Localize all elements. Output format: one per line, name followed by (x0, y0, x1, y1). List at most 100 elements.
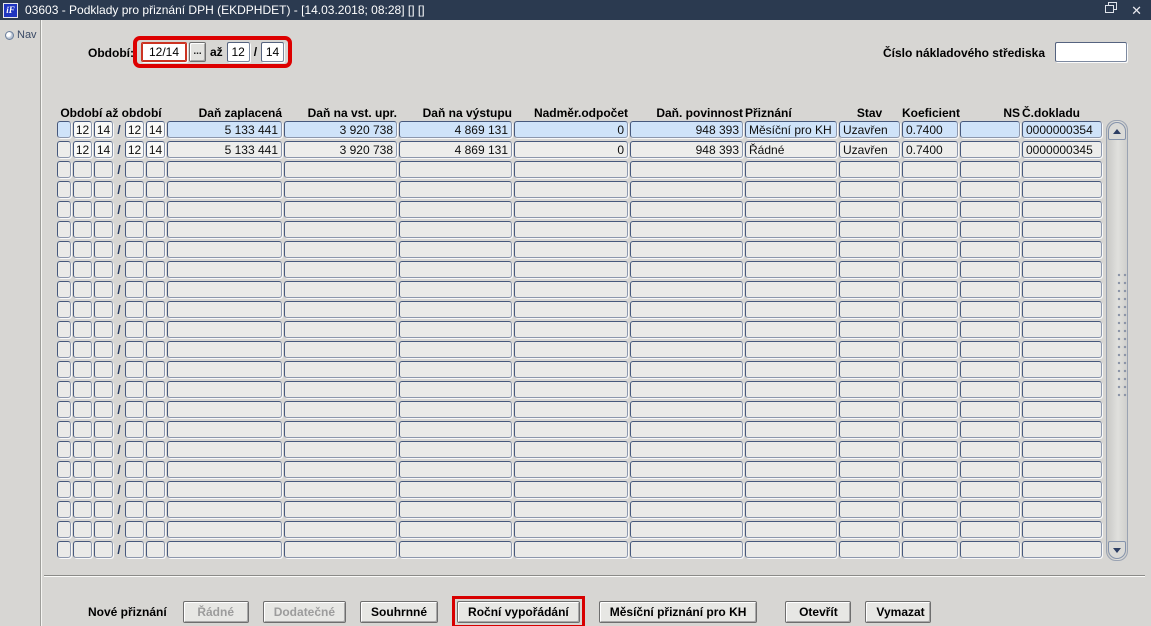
cell-nadmer_odpocet[interactable] (514, 441, 628, 458)
cell-stav[interactable] (839, 281, 900, 298)
cell-p1[interactable] (73, 521, 92, 538)
cell-stav[interactable] (839, 241, 900, 258)
cell-ns[interactable] (960, 361, 1020, 378)
cell-p3[interactable] (125, 401, 144, 418)
cell-dan_zaplacena[interactable]: 5 133 441 (167, 121, 282, 138)
cell-stav[interactable] (839, 421, 900, 438)
cell-p4[interactable] (146, 181, 165, 198)
cell-dan_na_vst_upr[interactable] (284, 441, 397, 458)
cell-dan_na_vst_upr[interactable] (284, 541, 397, 558)
cell-p2[interactable] (94, 541, 113, 558)
cell-p3[interactable]: 12 (125, 121, 144, 138)
cell-dan_povinnost[interactable] (630, 461, 743, 478)
cell-dan_povinnost[interactable] (630, 261, 743, 278)
cell-dan_povinnost[interactable] (630, 181, 743, 198)
cell-dan_na_vst_upr[interactable]: 3 920 738 (284, 121, 397, 138)
cell-priznani[interactable] (745, 181, 837, 198)
cell-koeficient[interactable] (902, 481, 958, 498)
cell-p2[interactable] (94, 481, 113, 498)
scroll-down-button[interactable] (1108, 541, 1126, 559)
cell-p3[interactable] (125, 421, 144, 438)
cell-p4[interactable] (146, 341, 165, 358)
cell-p1[interactable]: 12 (73, 121, 92, 138)
cell-dan_na_vystupu[interactable] (399, 481, 512, 498)
cell-p2[interactable] (94, 421, 113, 438)
cell-p1[interactable] (73, 301, 92, 318)
cell-p1[interactable] (73, 401, 92, 418)
cell-dan_na_vystupu[interactable] (399, 421, 512, 438)
cell-stav[interactable] (839, 201, 900, 218)
cell-dan_na_vystupu[interactable]: 4 869 131 (399, 121, 512, 138)
cell-priznani[interactable] (745, 161, 837, 178)
cell-stav[interactable]: Uzavřen (839, 121, 900, 138)
cell-koeficient[interactable] (902, 281, 958, 298)
mesicni-priznani-pro-kh-button[interactable]: Měsíční přiznání pro KH (598, 601, 758, 623)
cell-dan_na_vystupu[interactable] (399, 401, 512, 418)
cell-nadmer_odpocet[interactable] (514, 541, 628, 558)
cell-dan_zaplacena[interactable] (167, 481, 282, 498)
cell-dan_na_vystupu[interactable]: 4 869 131 (399, 141, 512, 158)
cell-ns[interactable] (960, 141, 1020, 158)
record-selector-cell[interactable] (57, 541, 71, 558)
cell-c_dokladu[interactable] (1022, 421, 1102, 438)
cell-p4[interactable] (146, 501, 165, 518)
cell-dan_povinnost[interactable] (630, 201, 743, 218)
cell-koeficient[interactable] (902, 401, 958, 418)
cell-koeficient[interactable] (902, 441, 958, 458)
cell-dan_zaplacena[interactable] (167, 241, 282, 258)
record-selector-cell[interactable] (57, 381, 71, 398)
cell-p1[interactable] (73, 281, 92, 298)
cell-p1[interactable] (73, 321, 92, 338)
cell-p4[interactable] (146, 161, 165, 178)
cell-p1[interactable] (73, 201, 92, 218)
rocni-vyporadani-button[interactable]: Roční vypořádání (457, 601, 580, 623)
cell-koeficient[interactable] (902, 521, 958, 538)
cell-ns[interactable] (960, 261, 1020, 278)
cell-ns[interactable] (960, 241, 1020, 258)
table-scrollbar[interactable] (1106, 120, 1128, 561)
cell-c_dokladu[interactable] (1022, 301, 1102, 318)
record-selector-cell[interactable] (57, 481, 71, 498)
cell-c_dokladu[interactable] (1022, 361, 1102, 378)
cell-dan_povinnost[interactable] (630, 321, 743, 338)
cell-p4[interactable] (146, 521, 165, 538)
cell-dan_na_vystupu[interactable] (399, 381, 512, 398)
cell-priznani[interactable] (745, 401, 837, 418)
cell-p2[interactable] (94, 181, 113, 198)
cell-ns[interactable] (960, 441, 1020, 458)
cell-dan_povinnost[interactable] (630, 281, 743, 298)
cell-p4[interactable] (146, 221, 165, 238)
cell-p1[interactable] (73, 501, 92, 518)
record-selector-cell[interactable] (57, 341, 71, 358)
cell-p4[interactable] (146, 281, 165, 298)
cell-dan_na_vystupu[interactable] (399, 321, 512, 338)
cell-nadmer_odpocet[interactable] (514, 341, 628, 358)
cell-c_dokladu[interactable] (1022, 501, 1102, 518)
cell-dan_povinnost[interactable] (630, 501, 743, 518)
cell-ns[interactable] (960, 541, 1020, 558)
cell-nadmer_odpocet[interactable] (514, 221, 628, 238)
cell-ns[interactable] (960, 401, 1020, 418)
cell-p3[interactable] (125, 341, 144, 358)
cell-dan_zaplacena[interactable] (167, 261, 282, 278)
cell-p4[interactable] (146, 241, 165, 258)
cell-priznani[interactable] (745, 541, 837, 558)
cell-priznani[interactable] (745, 501, 837, 518)
cell-nadmer_odpocet[interactable] (514, 361, 628, 378)
cell-dan_zaplacena[interactable] (167, 501, 282, 518)
cell-p1[interactable] (73, 461, 92, 478)
cell-p2[interactable] (94, 521, 113, 538)
cell-p1[interactable] (73, 161, 92, 178)
cell-stav[interactable] (839, 321, 900, 338)
cell-koeficient[interactable] (902, 221, 958, 238)
cell-dan_na_vst_upr[interactable] (284, 161, 397, 178)
cell-koeficient[interactable] (902, 261, 958, 278)
cell-nadmer_odpocet[interactable] (514, 381, 628, 398)
obdobi-from-input[interactable] (141, 42, 187, 62)
cell-p2[interactable] (94, 441, 113, 458)
cell-dan_povinnost[interactable] (630, 441, 743, 458)
cell-dan_povinnost[interactable] (630, 161, 743, 178)
cell-dan_zaplacena[interactable] (167, 161, 282, 178)
cell-ns[interactable] (960, 481, 1020, 498)
cell-p2[interactable] (94, 161, 113, 178)
